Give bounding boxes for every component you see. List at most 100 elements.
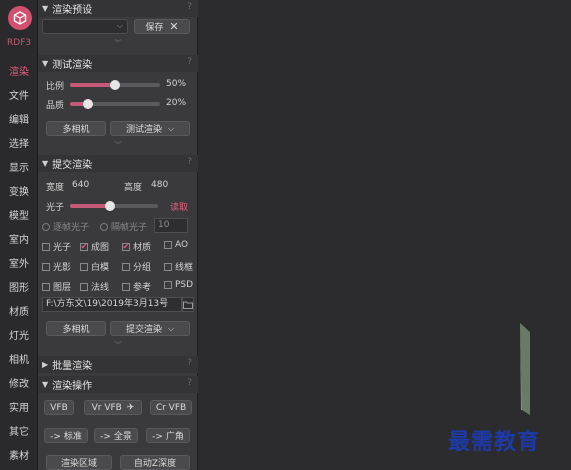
close-icon[interactable]: ✕ bbox=[169, 20, 178, 33]
nav-item-transform[interactable]: 变换 bbox=[0, 183, 38, 198]
quality-slider-knob[interactable] bbox=[83, 99, 93, 109]
collapse-icon[interactable]: ︾ bbox=[38, 340, 198, 350]
interval-value: 10 bbox=[158, 220, 170, 230]
height-value[interactable]: 480 bbox=[151, 180, 168, 190]
auto-z-depth-label: 自动Z深度 bbox=[133, 459, 177, 469]
checkbox-11[interactable]: PSD bbox=[164, 280, 193, 290]
checkbox-unchecked-icon bbox=[164, 262, 172, 271]
section-title: 批量渲染 bbox=[52, 361, 93, 372]
checkbox-unchecked-icon bbox=[164, 281, 172, 289]
interval-photon-radio[interactable]: 隔帧光子 bbox=[100, 220, 147, 233]
save-preset-button[interactable]: 保存 ✕ bbox=[134, 19, 190, 34]
nav-item-render[interactable]: 渲染 bbox=[0, 63, 38, 78]
render-region-button[interactable]: 渲染区域 bbox=[46, 455, 112, 470]
section-title: 测试渲染 bbox=[52, 60, 93, 71]
standard-button[interactable]: -> 标准 bbox=[44, 428, 88, 443]
auto-z-depth-button[interactable]: 自动Z深度 bbox=[120, 455, 190, 470]
nav-item-exterior[interactable]: 室外 bbox=[0, 255, 38, 270]
multi-camera-label: 多相机 bbox=[62, 325, 90, 335]
nav-item-utility[interactable]: 实用 bbox=[0, 399, 38, 414]
collapse-icon[interactable]: ︾ bbox=[38, 38, 198, 48]
checkbox-8[interactable]: 图层 bbox=[42, 280, 71, 293]
help-icon[interactable]: ? bbox=[187, 57, 192, 67]
checkbox-2[interactable]: ✔ 材质 bbox=[122, 240, 151, 253]
checkbox-10[interactable]: 参考 bbox=[122, 280, 151, 293]
logo-icon[interactable] bbox=[8, 6, 32, 30]
help-icon[interactable]: ? bbox=[187, 378, 192, 388]
output-path-value: F:\方东文\19\2019年3月13号 bbox=[46, 299, 169, 309]
nav-item-material[interactable]: 材质 bbox=[0, 303, 38, 318]
checkbox-label: PSD bbox=[175, 280, 194, 290]
nav-item-assets[interactable]: 素材 bbox=[0, 447, 38, 462]
watermark-text: 最需教育 bbox=[448, 429, 541, 455]
interval-input[interactable]: 10 bbox=[154, 218, 188, 233]
width-value[interactable]: 640 bbox=[72, 180, 89, 190]
checkbox-9[interactable]: 法线 bbox=[80, 280, 109, 293]
panorama-button[interactable]: -> 全景 bbox=[94, 428, 138, 443]
nav-item-file[interactable]: 文件 bbox=[0, 87, 38, 102]
expand-arrow-icon: ▼ bbox=[42, 159, 49, 168]
checkbox-4[interactable]: 光影 bbox=[42, 260, 71, 273]
quality-label: 品质 bbox=[46, 101, 65, 111]
preset-select[interactable]: ⌵ bbox=[42, 19, 128, 34]
multi-camera-button[interactable]: 多相机 bbox=[46, 121, 106, 136]
checkbox-6[interactable]: 分组 bbox=[122, 260, 151, 273]
wide-angle-label: -> 广角 bbox=[152, 432, 184, 442]
nav-item-select[interactable]: 选择 bbox=[0, 135, 38, 150]
read-link[interactable]: 读取 bbox=[170, 200, 188, 213]
wide-angle-button[interactable]: -> 广角 bbox=[146, 428, 190, 443]
checkbox-5[interactable]: 白模 bbox=[80, 260, 109, 273]
checkbox-0[interactable]: 光子 bbox=[42, 240, 71, 253]
test-render-button[interactable]: 测试渲染 ⌵ bbox=[110, 121, 190, 136]
checkbox-1[interactable]: ✔ 成图 bbox=[80, 240, 109, 253]
ratio-slider-knob[interactable] bbox=[110, 80, 120, 90]
help-icon[interactable]: ? bbox=[187, 157, 192, 167]
nav-item-other[interactable]: 其它 bbox=[0, 423, 38, 438]
vfb-label: VFB bbox=[50, 402, 68, 413]
checkbox-unchecked-icon bbox=[122, 262, 130, 271]
submit-render-button[interactable]: 提交渲染 ⌵ bbox=[110, 321, 190, 336]
nav-item-modify[interactable]: 修改 bbox=[0, 375, 38, 390]
checkbox-unchecked-icon bbox=[42, 282, 50, 291]
photon-label: 光子 bbox=[46, 203, 65, 213]
checkbox-3[interactable]: AO bbox=[164, 240, 188, 250]
pin-icon: ✈ bbox=[126, 402, 135, 413]
nav-item-interior[interactable]: 室内 bbox=[0, 231, 38, 246]
section-render-preset[interactable]: ▼ 渲染预设 ? bbox=[38, 0, 198, 17]
3d-viewport[interactable] bbox=[199, 0, 571, 470]
logo-label: RDF3 bbox=[6, 38, 32, 48]
collapse-icon[interactable]: ︾ bbox=[38, 140, 198, 150]
quality-value: 20% bbox=[166, 98, 187, 108]
folder-icon[interactable] bbox=[182, 297, 194, 312]
submit-render-label: 提交渲染 bbox=[125, 325, 162, 335]
section-render-ops[interactable]: ▼ 渲染操作 ? bbox=[38, 376, 198, 393]
save-label: 保存 bbox=[145, 23, 164, 33]
section-test-render[interactable]: ▼ 测试渲染 ? bbox=[38, 55, 198, 72]
chevron-down-icon[interactable]: ⌵ bbox=[168, 124, 174, 134]
checkbox-7[interactable]: 线框 bbox=[164, 260, 193, 273]
help-icon[interactable]: ? bbox=[187, 358, 192, 368]
quality-slider[interactable] bbox=[70, 99, 160, 109]
nav-item-display[interactable]: 显示 bbox=[0, 159, 38, 174]
vfb-button[interactable]: VFB bbox=[44, 400, 74, 415]
photon-slider-knob[interactable] bbox=[105, 201, 115, 211]
chevron-down-icon[interactable]: ⌵ bbox=[168, 324, 174, 334]
section-batch-render[interactable]: ▶ 批量渲染 ? bbox=[38, 356, 198, 373]
checkbox-checked-icon: ✔ bbox=[122, 241, 130, 251]
nav-item-camera[interactable]: 相机 bbox=[0, 351, 38, 366]
multi-camera-submit-button[interactable]: 多相机 bbox=[46, 321, 106, 336]
output-path-input[interactable]: F:\方东文\19\2019年3月13号 bbox=[42, 297, 182, 312]
nav-item-light[interactable]: 灯光 bbox=[0, 327, 38, 342]
checkbox-label: AO bbox=[175, 240, 189, 250]
ratio-slider[interactable] bbox=[70, 80, 160, 90]
section-submit-render[interactable]: ▼ 提交渲染 ? bbox=[38, 155, 198, 172]
checkbox-unchecked-icon bbox=[80, 282, 88, 291]
nav-item-edit[interactable]: 编辑 bbox=[0, 111, 38, 126]
frame-photon-radio[interactable]: 逐帧光子 bbox=[42, 220, 89, 233]
vr-vfb-button[interactable]: Vr VFB ✈ bbox=[84, 400, 142, 415]
photon-slider[interactable] bbox=[70, 201, 158, 211]
cr-vfb-button[interactable]: Cr VFB bbox=[150, 400, 192, 415]
help-icon[interactable]: ? bbox=[187, 2, 192, 12]
nav-item-model[interactable]: 模型 bbox=[0, 207, 38, 222]
nav-item-graphics[interactable]: 图形 bbox=[0, 279, 38, 294]
